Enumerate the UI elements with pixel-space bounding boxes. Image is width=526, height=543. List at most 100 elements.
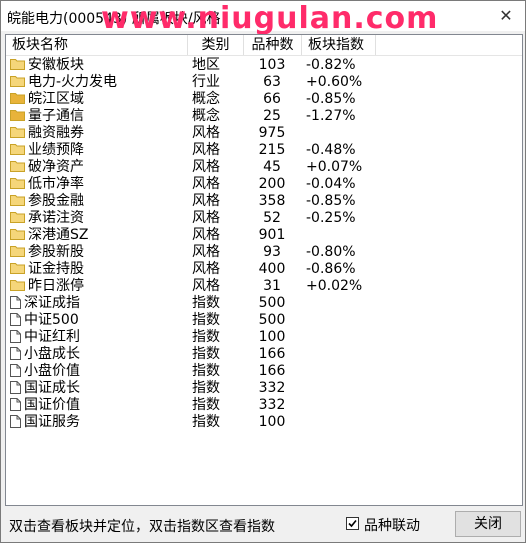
document-icon	[10, 346, 21, 360]
close-button[interactable]: 关闭	[455, 511, 521, 537]
list-row[interactable]: 承诺注资 风格 52 -0.25%	[6, 210, 522, 227]
list-row[interactable]: 业绩预降 风格 215 -0.48%	[6, 142, 522, 159]
list-row[interactable]: 小盘成长 指数 166	[6, 346, 522, 363]
list-row[interactable]: 安徽板块 地区 103 -0.82%	[6, 57, 522, 74]
list-row[interactable]: 参股新股 风格 93 -0.80%	[6, 244, 522, 261]
row-index-change	[306, 295, 376, 312]
row-index-change: -1.27%	[306, 108, 356, 124]
document-icon	[10, 312, 21, 326]
row-name-cell: 皖江区域	[10, 91, 190, 108]
row-name-cell: 昨日涨停	[10, 278, 190, 295]
folder-icon	[10, 143, 25, 155]
list-row[interactable]: 中证红利 指数 100	[6, 329, 522, 346]
column-header-count[interactable]: 品种数	[244, 35, 302, 55]
row-count: 93	[263, 244, 281, 260]
row-count: 901	[258, 227, 286, 243]
row-name-cell: 小盘价值	[10, 363, 190, 380]
row-name-cell: 安徽板块	[10, 57, 190, 74]
block-list[interactable]: 板块名称 类别 品种数 板块指数 安徽板块 地区 103 -0.82% 电力-火力发电 行…	[5, 34, 523, 506]
row-count: 500	[258, 295, 286, 311]
row-name: 小盘成长	[24, 346, 80, 362]
list-row[interactable]: 电力-火力发电 行业 63 +0.60%	[6, 74, 522, 91]
column-header-name[interactable]: 板块名称	[6, 35, 188, 55]
list-row[interactable]: 深港通SZ 风格 901	[6, 227, 522, 244]
row-name-cell: 破净资产	[10, 159, 190, 176]
list-row[interactable]: 证金持股 风格 400 -0.86%	[6, 261, 522, 278]
folder-icon	[10, 245, 25, 257]
row-index-change	[306, 397, 376, 414]
row-name-cell: 国证成长	[10, 380, 190, 397]
folder-icon	[10, 177, 25, 189]
row-name-cell: 深证成指	[10, 295, 190, 312]
row-name-cell: 业绩预降	[10, 142, 190, 159]
list-row[interactable]: 破净资产 风格 45 +0.07%	[6, 159, 522, 176]
row-count: 100	[258, 414, 286, 430]
row-type: 指数	[192, 397, 220, 413]
row-name-cell: 量子通信	[10, 108, 190, 125]
row-name-cell: 参股新股	[10, 244, 190, 261]
list-row[interactable]: 皖江区域 概念 66 -0.85%	[6, 91, 522, 108]
folder-icon	[10, 92, 25, 104]
row-name: 小盘价值	[24, 363, 80, 379]
list-row[interactable]: 融资融券 风格 975	[6, 125, 522, 142]
folder-icon	[10, 279, 25, 291]
row-index-change	[306, 414, 376, 431]
row-type: 风格	[192, 159, 220, 175]
column-header-type[interactable]: 类别	[188, 35, 244, 55]
close-icon[interactable]: ✕	[495, 5, 517, 27]
row-name: 低市净率	[28, 176, 84, 192]
row-name-cell: 证金持股	[10, 261, 190, 278]
row-name-cell: 承诺注资	[10, 210, 190, 227]
row-type: 风格	[192, 125, 220, 141]
list-row[interactable]: 中证500 指数 500	[6, 312, 522, 329]
folder-icon	[10, 126, 25, 138]
list-row[interactable]: 深证成指 指数 500	[6, 295, 522, 312]
list-row[interactable]: 小盘价值 指数 166	[6, 363, 522, 380]
row-type: 风格	[192, 176, 220, 192]
row-name: 参股新股	[28, 244, 84, 260]
watermark: www.niugulan.com	[101, 1, 439, 36]
row-index-change: -0.25%	[306, 210, 356, 226]
row-type: 概念	[192, 91, 220, 107]
row-type: 地区	[192, 57, 220, 73]
list-row[interactable]: 国证服务 指数 100	[6, 414, 522, 431]
folder-icon	[10, 109, 25, 121]
row-type: 风格	[192, 193, 220, 209]
folder-icon	[10, 160, 25, 172]
document-icon	[10, 295, 21, 309]
row-count: 215	[258, 142, 286, 158]
row-name: 皖江区域	[28, 91, 84, 107]
document-icon	[10, 329, 21, 343]
row-name-cell: 中证500	[10, 312, 190, 329]
linkage-checkbox[interactable]	[346, 517, 359, 530]
list-row[interactable]: 国证成长 指数 332	[6, 380, 522, 397]
folder-icon	[10, 211, 25, 223]
row-count: 31	[263, 278, 281, 294]
row-index-change: +0.02%	[306, 278, 363, 294]
row-index-change	[306, 346, 376, 363]
list-row[interactable]: 国证价值 指数 332	[6, 397, 522, 414]
row-type: 风格	[192, 227, 220, 243]
list-row[interactable]: 量子通信 概念 25 -1.27%	[6, 108, 522, 125]
row-type: 指数	[192, 329, 220, 345]
row-index-change: +0.60%	[306, 74, 363, 90]
column-header-index[interactable]: 板块指数	[302, 35, 376, 55]
row-name-cell: 国证价值	[10, 397, 190, 414]
status-hint: 双击查看板块并定位，双击指数区查看指数	[9, 519, 275, 535]
row-count: 975	[258, 125, 286, 141]
list-row[interactable]: 昨日涨停 风格 31 +0.02%	[6, 278, 522, 295]
row-name: 昨日涨停	[28, 278, 84, 294]
row-type: 指数	[192, 312, 220, 328]
row-name: 承诺注资	[28, 210, 84, 226]
row-count: 166	[258, 363, 286, 379]
list-row[interactable]: 低市净率 风格 200 -0.04%	[6, 176, 522, 193]
linkage-checkbox-label[interactable]: 品种联动	[364, 515, 420, 535]
row-type: 指数	[192, 414, 220, 430]
row-index-change	[306, 329, 376, 346]
list-row[interactable]: 参股金融 风格 358 -0.85%	[6, 193, 522, 210]
row-count: 25	[263, 108, 281, 124]
row-index-change: +0.07%	[306, 159, 363, 175]
row-count: 45	[263, 159, 281, 175]
row-type: 风格	[192, 244, 220, 260]
row-count: 332	[258, 380, 286, 396]
